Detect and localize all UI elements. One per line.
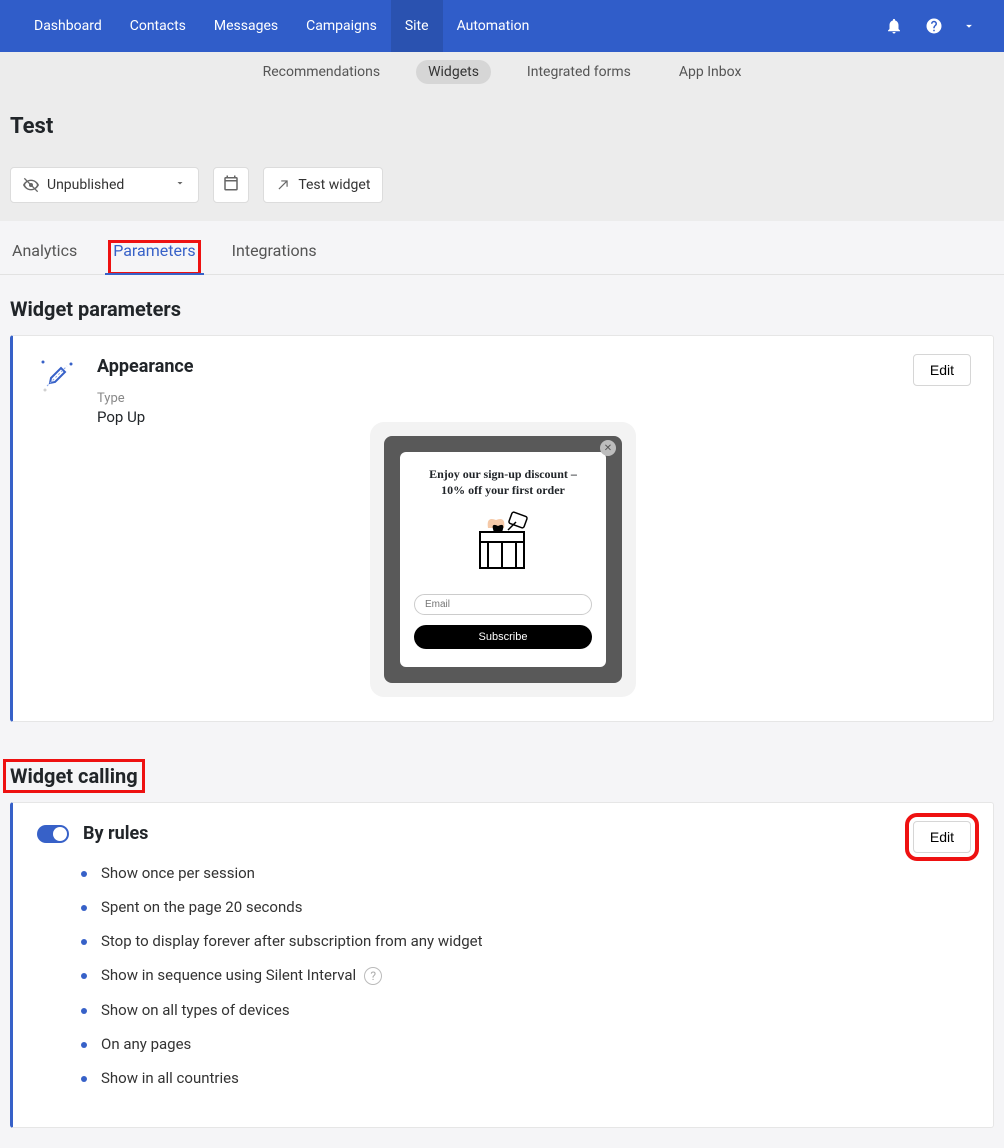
- rule-item: Show in all countries: [81, 1069, 969, 1087]
- nav-automation[interactable]: Automation: [443, 0, 544, 52]
- top-nav-items: Dashboard Contacts Messages Campaigns Si…: [20, 0, 543, 52]
- by-rules-edit-button[interactable]: Edit: [913, 821, 971, 853]
- nav-messages[interactable]: Messages: [200, 0, 292, 52]
- sub-nav: Recommendations Widgets Integrated forms…: [0, 52, 1004, 92]
- nav-site[interactable]: Site: [391, 0, 443, 52]
- rule-item: Stop to display forever after subscripti…: [81, 932, 969, 950]
- nav-contacts[interactable]: Contacts: [116, 0, 200, 52]
- appearance-type-label: Type: [97, 391, 194, 406]
- top-nav: Dashboard Contacts Messages Campaigns Si…: [0, 0, 1004, 52]
- widget-preview: ✕ Enjoy our sign-up discount – 10% off y…: [370, 422, 636, 697]
- status-dropdown[interactable]: Unpublished: [10, 167, 199, 203]
- test-widget-button[interactable]: Test widget: [263, 167, 383, 203]
- tab-analytics[interactable]: Analytics: [8, 241, 81, 274]
- appearance-type-value: Pop Up: [97, 408, 194, 426]
- rule-item: Show in sequence using Silent Interval?: [81, 966, 969, 985]
- preview-headline-2: 10% off your first order: [414, 482, 592, 498]
- help-circle-icon[interactable]: ?: [364, 967, 382, 985]
- by-rules-toggle[interactable]: [37, 825, 69, 843]
- test-widget-label: Test widget: [298, 177, 370, 193]
- preview-email-field: [414, 594, 592, 615]
- appearance-edit-button[interactable]: Edit: [913, 354, 971, 386]
- by-rules-title: By rules: [83, 823, 148, 844]
- subnav-widgets[interactable]: Widgets: [416, 60, 491, 84]
- nav-dashboard[interactable]: Dashboard: [20, 0, 116, 52]
- help-icon[interactable]: [914, 0, 954, 52]
- by-rules-card: Edit By rules Show once per session Spen…: [10, 802, 994, 1128]
- rules-list: Show once per session Spent on the page …: [81, 864, 969, 1087]
- tabs: Analytics Parameters Integrations: [0, 221, 1004, 275]
- nav-campaigns[interactable]: Campaigns: [292, 0, 391, 52]
- subnav-app-inbox[interactable]: App Inbox: [667, 60, 754, 84]
- user-menu-caret-icon[interactable]: [954, 19, 984, 33]
- chevron-down-icon: [174, 177, 186, 193]
- status-label: Unpublished: [47, 177, 124, 193]
- rule-item: Spent on the page 20 seconds: [81, 898, 969, 916]
- rule-item: On any pages: [81, 1035, 969, 1053]
- preview-subscribe-button: Subscribe: [414, 625, 592, 649]
- preview-headline-1: Enjoy our sign-up discount –: [414, 466, 592, 482]
- page-header: Test Unpublished Test widget: [0, 92, 1004, 221]
- rule-item: Show once per session: [81, 864, 969, 882]
- calendar-icon: [222, 174, 240, 196]
- subnav-integrated-forms[interactable]: Integrated forms: [515, 60, 643, 84]
- tab-parameters[interactable]: Parameters: [109, 241, 199, 274]
- section-widget-parameters-title: Widget parameters: [0, 275, 1004, 335]
- eye-off-icon: [23, 177, 39, 193]
- toolbar: Unpublished Test widget: [10, 167, 994, 203]
- gift-icon: [458, 508, 548, 580]
- section-widget-calling-title: Widget calling: [4, 760, 144, 792]
- arrow-up-right-icon: [276, 178, 290, 192]
- subnav-recommendations[interactable]: Recommendations: [251, 60, 393, 84]
- bell-icon[interactable]: [874, 0, 914, 52]
- page-title: Test: [10, 114, 994, 139]
- appearance-card: Edit Appearance Type Pop Up ✕ Enjoy our …: [10, 335, 994, 722]
- preview-close-icon: ✕: [600, 440, 616, 456]
- appearance-icon: [37, 356, 77, 396]
- appearance-title: Appearance: [97, 356, 194, 377]
- rule-item: Show on all types of devices: [81, 1001, 969, 1019]
- schedule-button[interactable]: [213, 167, 249, 203]
- tab-integrations[interactable]: Integrations: [228, 241, 321, 274]
